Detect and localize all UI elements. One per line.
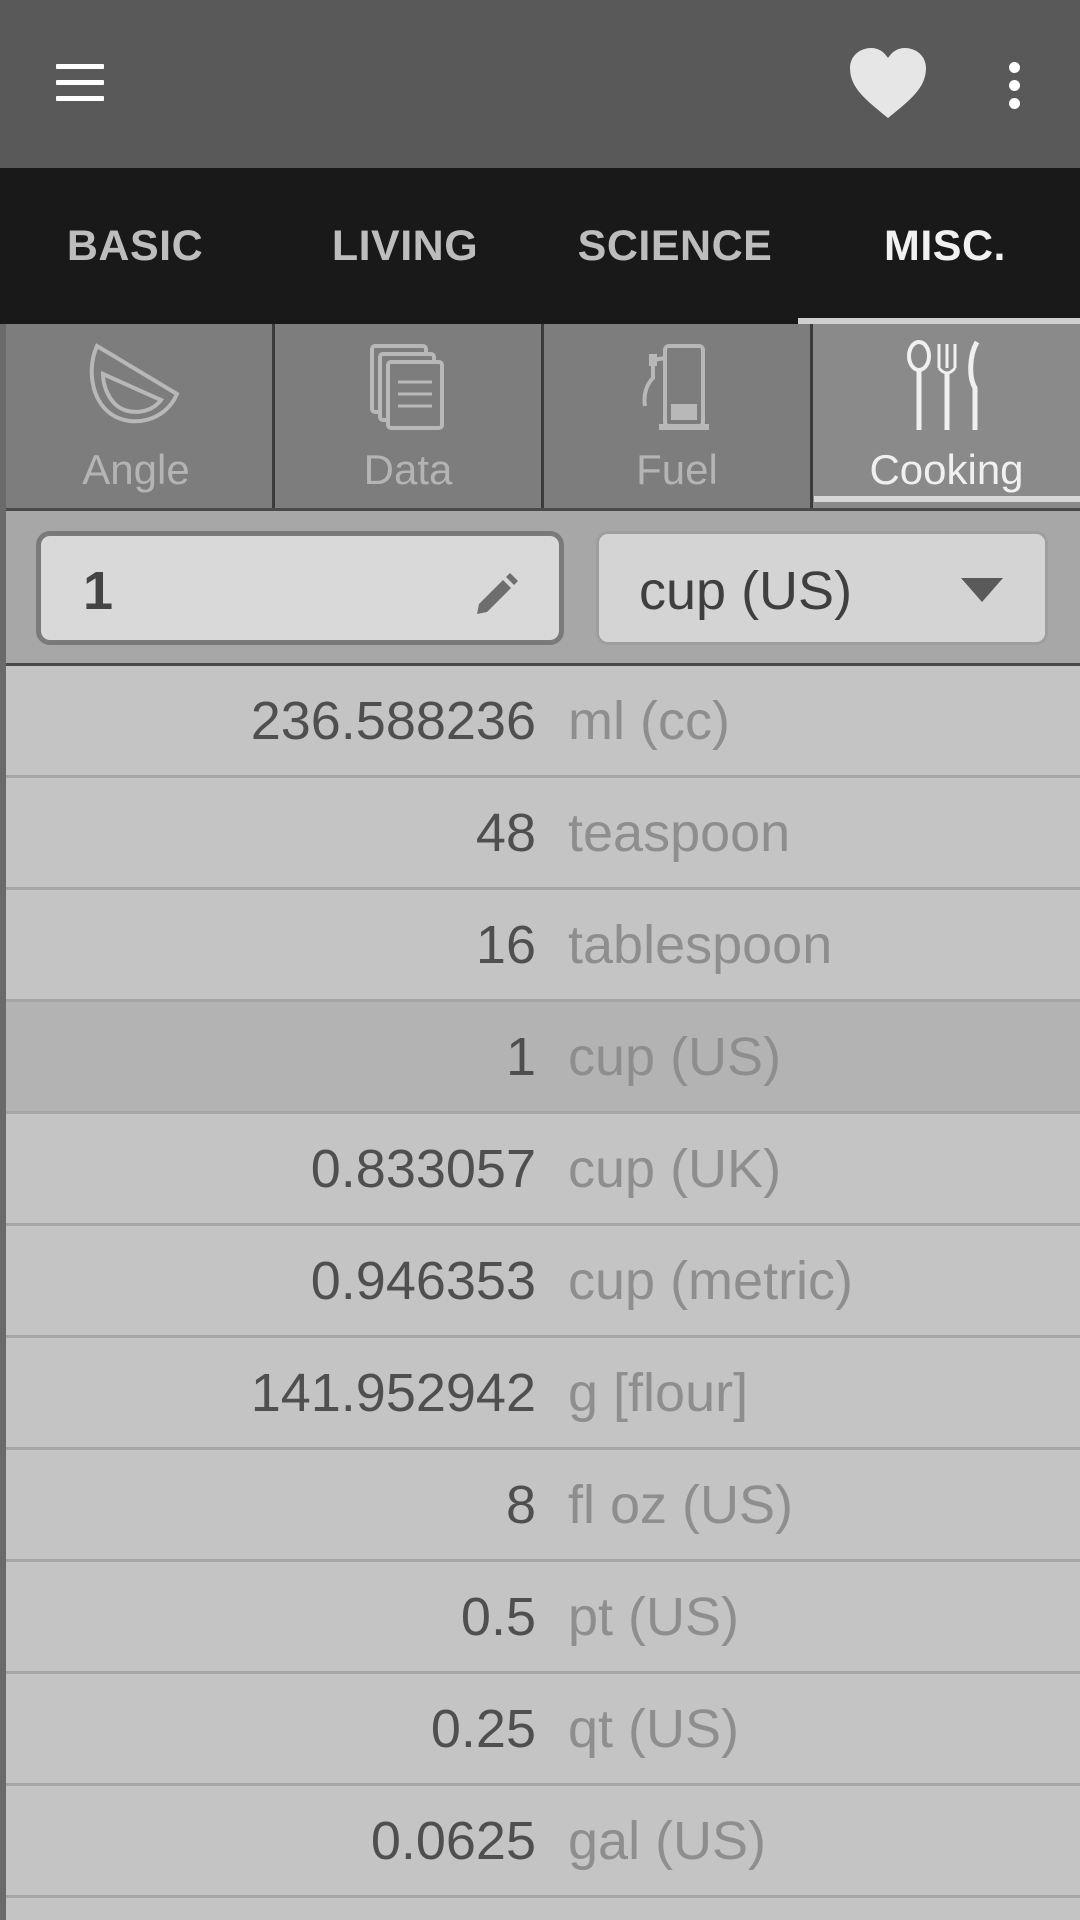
data-icon (370, 344, 444, 430)
list-item[interactable]: 236.588236 ml (cc) (6, 666, 1080, 778)
result-unit: teaspoon (568, 803, 791, 863)
tab-fuel[interactable]: Fuel (544, 324, 810, 508)
cutlery-icon (906, 340, 979, 430)
dropdown-triangle-icon (961, 578, 1003, 602)
tab-cooking[interactable]: Cooking (813, 324, 1080, 508)
list-item[interactable]: 0.25 qt (US) (6, 1674, 1080, 1786)
result-unit: qt (US) (568, 1699, 740, 1759)
list-item[interactable]: 0.946353 cup (metric) (6, 1226, 1080, 1338)
result-value: 0.946353 (310, 1251, 536, 1311)
tab-data[interactable]: Data (275, 324, 541, 508)
input-row: 1 cup (US) (0, 511, 1080, 663)
heart-icon[interactable] (846, 44, 930, 124)
list-item[interactable]: 0.833057 cup (UK) (6, 1114, 1080, 1226)
hamburger-menu-icon[interactable] (48, 58, 112, 110)
result-unit: cup (US) (568, 1027, 782, 1087)
result-unit: cup (UK) (568, 1139, 782, 1199)
category-tab-bar: BASIC LIVING SCIENCE MISC. (0, 168, 1080, 324)
unit-dropdown[interactable]: cup (US) (596, 531, 1048, 645)
tab-science[interactable]: SCIENCE (540, 168, 810, 324)
result-unit: g [flour] (568, 1363, 749, 1423)
angle-icon (89, 343, 180, 424)
tab-fuel-label: Fuel (636, 446, 718, 493)
list-item[interactable]: 16 tablespoon (6, 890, 1080, 1002)
result-value: 48 (475, 803, 536, 863)
result-unit: fl oz (US) (568, 1475, 794, 1535)
result-unit: tablespoon (568, 915, 833, 975)
list-item[interactable]: 0.5 pt (US) (6, 1562, 1080, 1674)
tab-basic[interactable]: BASIC (0, 168, 270, 324)
results-list: 236.588236 ml (cc) 48 teaspoon 16 tables… (0, 666, 1080, 1920)
result-value: 16 (475, 915, 536, 975)
tab-misc[interactable]: MISC. (810, 168, 1080, 324)
value-input[interactable]: 1 (36, 531, 564, 645)
result-value: 0.0625 (370, 1811, 536, 1871)
fuel-pump-icon (642, 344, 709, 430)
list-item[interactable]: 8 fl oz (US) (6, 1450, 1080, 1562)
tab-data-label: Data (363, 446, 453, 493)
tab-living[interactable]: LIVING (270, 168, 540, 324)
result-value: 0.25 (430, 1699, 536, 1759)
result-value: 0.5 (460, 1587, 536, 1647)
converter-tab-bar: Angle Data Fuel Cooking (0, 324, 1080, 511)
tab-cooking-label: Cooking (869, 446, 1024, 493)
result-value: 236.588236 (250, 691, 536, 751)
list-item[interactable]: 141.952942 g [flour] (6, 1338, 1080, 1450)
value-input-text: 1 (83, 561, 114, 621)
result-unit: cup (metric) (568, 1251, 854, 1311)
tab-angle-label: Angle (82, 446, 190, 493)
app-bar (0, 0, 1080, 168)
pencil-icon[interactable] (471, 568, 521, 618)
more-vertical-icon[interactable] (994, 56, 1034, 116)
result-unit: gal (US) (568, 1811, 767, 1871)
result-value: 141.952942 (250, 1363, 536, 1423)
active-subtab-indicator (814, 496, 1080, 502)
unit-dropdown-value: cup (US) (639, 561, 853, 621)
result-value: 8 (505, 1475, 536, 1535)
list-item[interactable]: 48 teaspoon (6, 778, 1080, 890)
list-item[interactable]: 0.0625 gal (US) (6, 1786, 1080, 1898)
result-value: 1 (505, 1027, 536, 1087)
list-item-selected[interactable]: 1 cup (US) (6, 1002, 1080, 1114)
tab-angle[interactable]: Angle (0, 324, 272, 508)
result-unit: pt (US) (568, 1587, 740, 1647)
result-value: 0.833057 (310, 1139, 536, 1199)
result-unit: ml (cc) (568, 691, 730, 751)
